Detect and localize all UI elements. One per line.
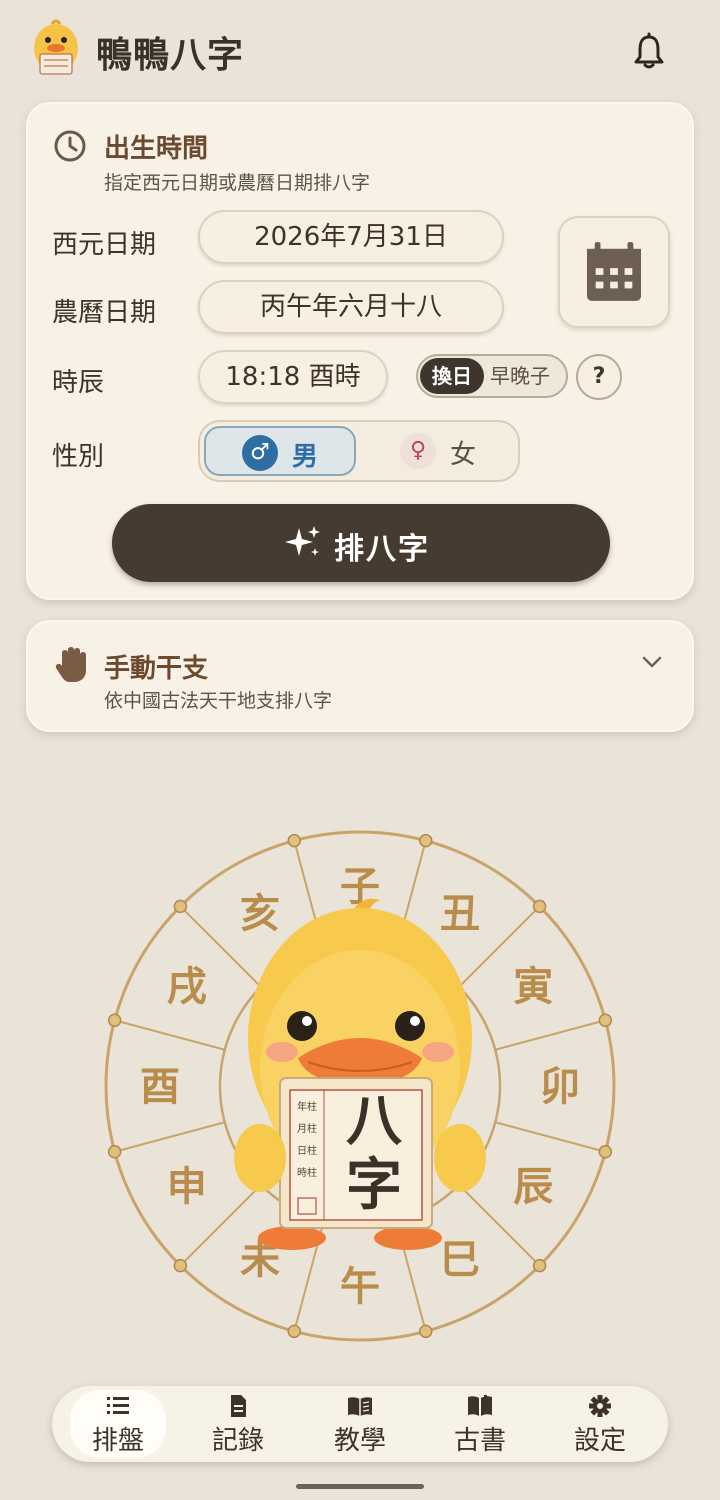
calendar-icon xyxy=(587,242,641,301)
branch-label: 申 xyxy=(167,1163,207,1210)
wheel-bead xyxy=(173,1258,188,1273)
male-label: 男 xyxy=(292,442,319,472)
document-icon xyxy=(231,1395,246,1417)
list-icon xyxy=(107,1397,129,1414)
manual-ganzhi-card[interactable]: 手動干支 依中國古法天干地支排八字 xyxy=(26,620,694,732)
sign-pillar-label: 時柱 xyxy=(297,1166,317,1179)
nav-label-records: 記錄 xyxy=(211,1426,264,1456)
hour-field[interactable]: 18:18 酉時 xyxy=(198,350,388,404)
manual-ganzhi-title: 手動干支 xyxy=(104,654,209,684)
wheel-bead xyxy=(287,1324,302,1339)
branch-wheel-illustration: 子丑寅卯辰巳午未申酉戌亥 八字年柱月柱日柱時柱 xyxy=(104,830,616,1342)
gender-selector: ♂ 男 ♀ 女 xyxy=(198,420,520,482)
wheel-bead xyxy=(598,1144,613,1159)
manual-ganzhi-subtitle: 依中國古法天干地支排八字 xyxy=(104,690,333,712)
branch-label: 卯 xyxy=(540,1063,580,1110)
bell-icon[interactable] xyxy=(632,32,666,70)
nav-label-settings: 設定 xyxy=(573,1426,626,1456)
branch-label: 亥 xyxy=(240,890,280,937)
gear-icon xyxy=(589,1395,611,1417)
nav-item-tutorial[interactable]: 教學 xyxy=(312,1390,408,1458)
sign-big-char: 八 xyxy=(346,1088,403,1154)
nav-item-records[interactable]: 記錄 xyxy=(190,1390,286,1458)
day-swap-toggle[interactable]: 換日 早晚子 xyxy=(416,354,568,398)
wheel-bead xyxy=(287,833,302,848)
hand-icon xyxy=(55,647,86,682)
gender-female-option[interactable]: ♀ 女 xyxy=(364,426,516,476)
sign-big-char: 字 xyxy=(346,1152,402,1218)
wheel-bead xyxy=(173,899,188,914)
duck-logo-icon xyxy=(34,19,78,75)
sign-pillar-label: 日柱 xyxy=(297,1144,317,1157)
nav-label-tutorial: 教學 xyxy=(333,1426,386,1456)
sign-pillar-label: 年柱 xyxy=(297,1100,317,1113)
clock-icon xyxy=(54,130,86,162)
generate-bazi-button[interactable]: 排八字 xyxy=(112,504,610,582)
wheel-bead xyxy=(532,899,547,914)
calendar-button[interactable] xyxy=(558,216,670,328)
nav-item-classics[interactable]: 古書 xyxy=(432,1390,528,1458)
early-late-zi-option[interactable]: 早晚子 xyxy=(490,356,550,396)
female-label: 女 xyxy=(450,440,477,470)
app-title: 鴨鴨八字 xyxy=(96,35,245,76)
open-book-icon xyxy=(348,1397,372,1416)
wheel-bead xyxy=(532,1258,547,1273)
branch-label: 丑 xyxy=(440,890,480,937)
top-bar: 鴨鴨八字 xyxy=(0,0,720,100)
bottom-navigation: 排盤 記錄 教學 古書 設定 xyxy=(52,1386,668,1462)
generate-bazi-label: 排八字 xyxy=(334,532,430,567)
nav-label-classics: 古書 xyxy=(453,1426,506,1456)
nav-item-settings[interactable]: 設定 xyxy=(552,1390,648,1458)
birth-time-card: 出生時間 指定西元日期或農曆日期排八字 西元日期 2026年7月31日 農曆日期… xyxy=(26,102,694,600)
branch-label: 午 xyxy=(340,1263,380,1310)
swap-day-option[interactable]: 換日 xyxy=(420,358,484,394)
chevron-down-icon[interactable] xyxy=(640,652,664,672)
lunar-date-field[interactable]: 丙午年六月十八 xyxy=(198,280,504,334)
nav-item-chart[interactable]: 排盤 xyxy=(70,1390,166,1458)
sparkle-icon xyxy=(285,526,320,556)
hour-label: 時辰 xyxy=(52,368,105,398)
branch-label: 酉 xyxy=(140,1063,180,1110)
wheel-bead xyxy=(107,1144,122,1159)
book-icon xyxy=(468,1395,492,1416)
wheel-bead xyxy=(598,1013,613,1028)
gender-label: 性別 xyxy=(52,442,105,472)
nav-label-chart: 排盤 xyxy=(91,1426,144,1456)
wheel-bead xyxy=(418,833,433,848)
help-button[interactable]: ? xyxy=(576,354,622,400)
sign-pillar-label: 月柱 xyxy=(297,1122,317,1135)
male-symbol-icon: ♂ xyxy=(242,435,278,471)
wheel-bead xyxy=(107,1013,122,1028)
birth-time-subtitle: 指定西元日期或農曆日期排八字 xyxy=(104,172,371,194)
branch-label: 辰 xyxy=(513,1163,553,1210)
solar-date-label: 西元日期 xyxy=(52,230,157,260)
female-symbol-icon: ♀ xyxy=(400,433,436,469)
home-indicator xyxy=(296,1484,424,1489)
birth-time-title: 出生時間 xyxy=(104,134,209,164)
gender-male-option[interactable]: ♂ 男 xyxy=(204,426,356,476)
branch-label: 巳 xyxy=(440,1236,480,1283)
branch-label: 寅 xyxy=(513,963,553,1010)
solar-date-field[interactable]: 2026年7月31日 xyxy=(198,210,504,264)
duck-mascot: 八字 年柱月柱日柱時柱 xyxy=(234,898,486,1250)
wheel-bead xyxy=(418,1324,433,1339)
lunar-date-label: 農曆日期 xyxy=(52,298,157,328)
branch-label: 戌 xyxy=(167,963,207,1010)
